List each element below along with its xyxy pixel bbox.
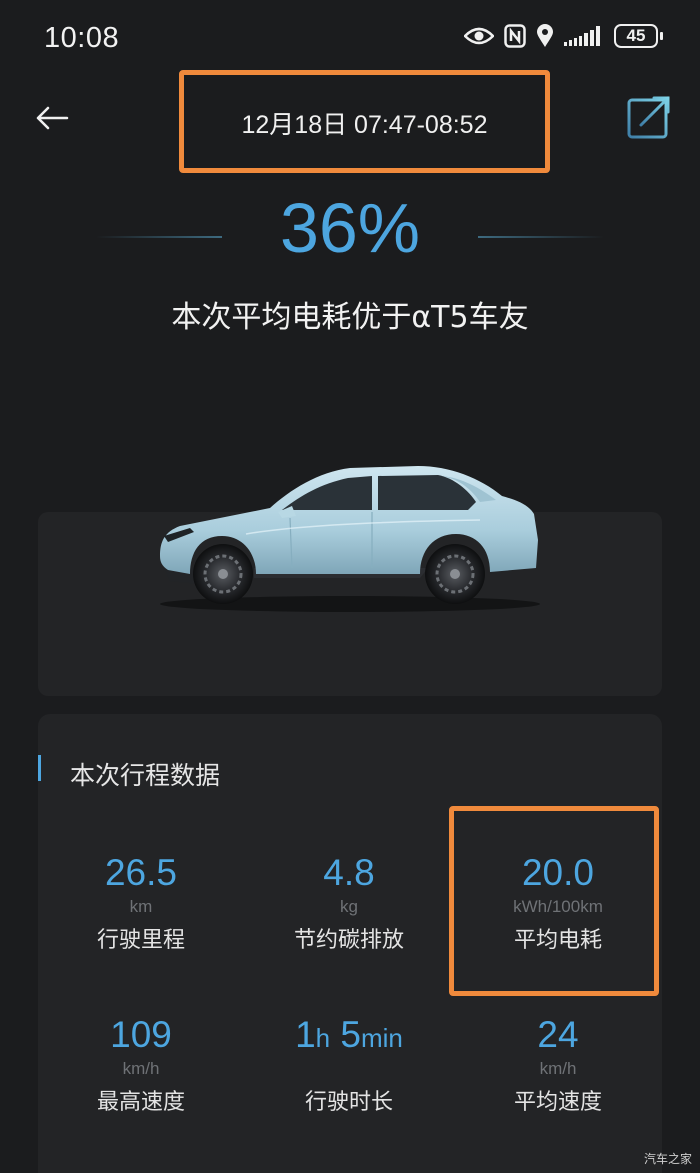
watermark: 汽车之家 [643, 1152, 692, 1166]
stat-distance: 26.5 km 行驶里程 [36, 852, 246, 954]
duration-minutes-unit: min [361, 1023, 403, 1053]
section-title: 本次行程数据 [70, 761, 221, 790]
stat-unit: kg [340, 897, 358, 916]
stat-value: 1h 5min [244, 1014, 454, 1056]
stat-avg-consumption: 20.0 kWh/100km 平均电耗 [453, 852, 663, 954]
battery-level: 45 [626, 26, 646, 45]
stat-value: 20.0 [521, 852, 594, 893]
stat-unit: km [129, 897, 153, 916]
stat-label: 平均速度 [513, 1090, 602, 1115]
comparison-text: 本次平均电耗优于αT5车友 [171, 300, 529, 335]
arrow-left-icon [36, 106, 69, 130]
duration-hours-unit: h [315, 1023, 331, 1053]
stat-value: 24 [537, 1014, 579, 1055]
stat-label: 行驶里程 [96, 928, 185, 953]
stat-label: 节约碳排放 [293, 928, 404, 953]
stat-label: 最高速度 [96, 1090, 185, 1115]
stat-unit: km/h [539, 1059, 577, 1078]
eye-icon [464, 26, 494, 46]
stat-value: 4.8 [323, 852, 375, 893]
efficiency-percent: 36% [279, 189, 421, 267]
signal-icon [564, 25, 604, 47]
trip-time-title: 12月18日 07:47-08:52 [241, 111, 488, 139]
duration-minutes: 5 [340, 1014, 361, 1055]
location-icon [536, 24, 554, 48]
nfc-icon [504, 24, 526, 48]
back-button[interactable] [30, 98, 74, 138]
section-accent-bar [38, 755, 41, 781]
stat-carbon-saved: 4.8 kg 节约碳排放 [244, 852, 454, 954]
stat-label: 平均电耗 [513, 928, 602, 953]
stat-unit-empty [244, 1058, 454, 1080]
share-export-icon [627, 96, 670, 139]
stat-unit: km/h [122, 1059, 160, 1078]
status-icons: 45 [464, 24, 663, 48]
stat-avg-speed: 24 km/h 平均速度 [453, 1014, 663, 1116]
divider-right [478, 236, 604, 238]
stat-value: 109 [110, 1014, 172, 1055]
stat-unit: kWh/100km [513, 897, 603, 916]
car-image [160, 466, 540, 612]
highlight-box-title: 12月18日 07:47-08:52 [179, 70, 550, 173]
status-bar: 10:08 45 [0, 0, 700, 80]
share-button[interactable] [626, 94, 672, 140]
battery-icon: 45 [614, 24, 663, 48]
stat-label: 行驶时长 [304, 1090, 393, 1115]
duration-hours: 1 [295, 1014, 316, 1055]
status-time: 10:08 [44, 22, 120, 54]
stat-value: 26.5 [104, 852, 177, 893]
stat-duration: 1h 5min 行驶时长 [244, 1014, 454, 1116]
stat-max-speed: 109 km/h 最高速度 [36, 1014, 246, 1116]
